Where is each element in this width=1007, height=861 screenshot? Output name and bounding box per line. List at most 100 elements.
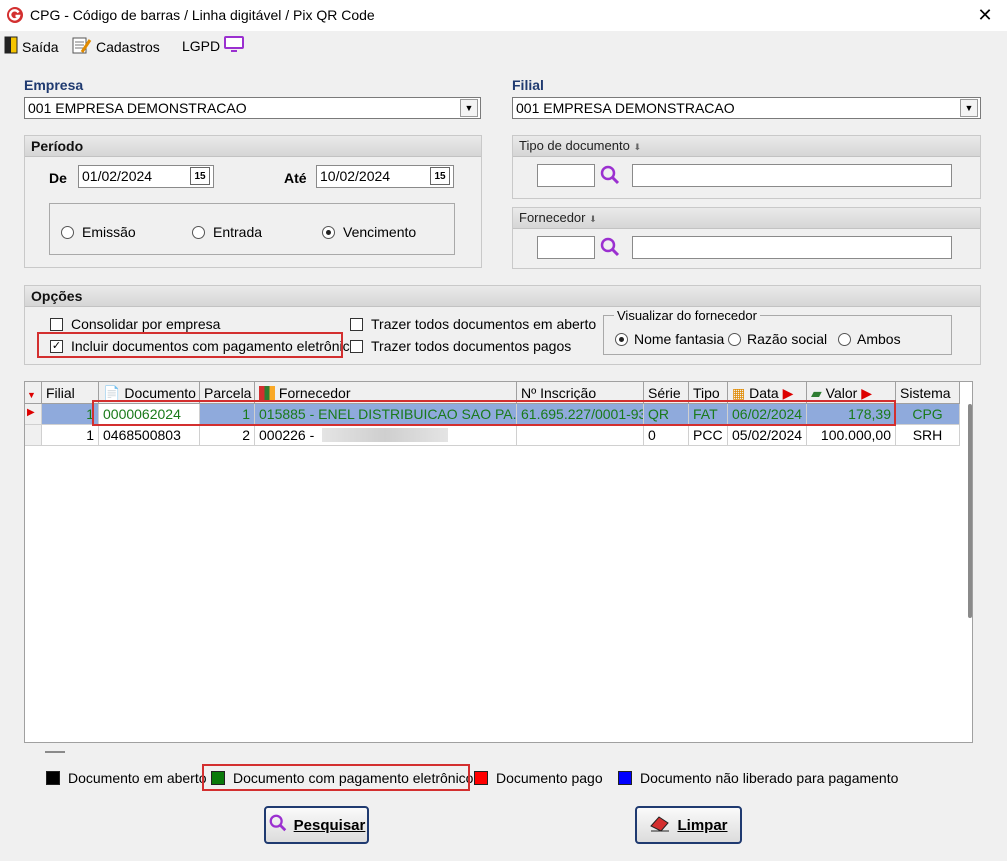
documents-grid[interactable]: ▼ Filial 📄 Documento Parcela Fornecedor … <box>24 381 973 753</box>
radio-entrada[interactable]: Entrada <box>192 224 262 240</box>
document-icon: 📄 <box>103 385 121 401</box>
table-row-1-inscricao[interactable]: 61.695.227/0001-93 <box>517 404 644 425</box>
table-row-2-sistema[interactable]: SRH <box>896 425 960 446</box>
legend-pago-label: Documento pago <box>496 770 603 786</box>
filial-select[interactable]: 001 EMPRESA DEMONSTRACAO <box>512 97 981 119</box>
menu-cadastros[interactable]: Cadastros <box>72 36 160 57</box>
table-row-2-filial[interactable]: 1 <box>42 425 99 446</box>
pesquisar-label: Pesquisar <box>293 816 366 834</box>
table-row-1-parcela[interactable]: 1 <box>200 404 255 425</box>
incluir-eletronico-label: Incluir documentos com pagamento eletrôn… <box>71 338 358 354</box>
radio-nome-fantasia-label: Nome fantasia <box>634 331 725 347</box>
redacted-blur <box>322 428 449 442</box>
horizontal-scrollbar[interactable] <box>45 751 65 753</box>
legend-eletronico: Documento com pagamento eletrônico <box>211 770 473 786</box>
consolidar-checkbox[interactable]: Consolidar por empresa <box>50 316 220 332</box>
table-row-1-tipo[interactable]: FAT <box>689 404 728 425</box>
col-fornecedor[interactable]: Fornecedor <box>255 382 517 404</box>
col-inscricao[interactable]: Nº Inscrição <box>517 382 644 404</box>
legend-eletronico-label: Documento com pagamento eletrônico <box>233 770 474 786</box>
de-calendar-icon[interactable]: 15 <box>190 167 210 185</box>
visualizar-title: Visualizar do fornecedor <box>614 308 760 323</box>
incluir-eletronico-box: ✓ <box>50 339 63 353</box>
tipo-documento-code-input[interactable] <box>537 164 595 187</box>
table-row-1-valor[interactable]: 178,39 <box>807 404 896 425</box>
ate-calendar-icon[interactable]: 15 <box>430 167 450 185</box>
radio-ambos[interactable]: Ambos <box>838 331 901 347</box>
fornecedor-header: Fornecedor ⬇ <box>513 208 980 229</box>
filial-dropdown-icon[interactable]: ▼ <box>960 99 978 117</box>
table-row-1-data[interactable]: 06/02/2024 <box>728 404 807 425</box>
limpar-button[interactable]: Limpar <box>635 806 742 844</box>
opcoes-title: Opções <box>25 286 980 307</box>
col-tipo[interactable]: Tipo <box>689 382 728 404</box>
table-row-2-inscricao[interactable] <box>517 425 644 446</box>
trazer-aberto-box <box>350 317 363 331</box>
legend-nao-liberado-label: Documento não liberado para pagamento <box>640 770 899 786</box>
notepad-pencil-icon <box>72 36 92 57</box>
table-row-1-documento[interactable]: 0000062024 <box>99 404 200 425</box>
legend-blue-swatch <box>618 771 632 785</box>
legend-nao-liberado: Documento não liberado para pagamento <box>618 770 898 786</box>
radio-nome-fantasia-dot <box>615 332 628 346</box>
menu-saida[interactable]: Saída <box>4 36 59 57</box>
table-row-1-filial[interactable]: 1 <box>42 404 99 425</box>
col-serie[interactable]: Série <box>644 382 689 404</box>
table-row-2-parcela[interactable]: 2 <box>200 425 255 446</box>
empresa-dropdown-icon[interactable]: ▼ <box>460 99 478 117</box>
radio-vencimento[interactable]: Vencimento <box>322 224 416 240</box>
radio-nome-fantasia[interactable]: Nome fantasia <box>615 331 724 347</box>
tipo-documento-header: Tipo de documento ⬇ <box>513 136 980 157</box>
table-row-2-documento[interactable]: 0468500803 <box>99 425 200 446</box>
tipo-documento-search-icon[interactable] <box>599 164 621 189</box>
trazer-aberto-checkbox[interactable]: Trazer todos documentos em aberto <box>350 316 596 332</box>
col-valor[interactable]: ▰ Valor ▶ <box>807 382 896 404</box>
radio-emissao[interactable]: Emissão <box>61 224 136 240</box>
fornecedor-search-icon[interactable] <box>599 236 621 261</box>
trazer-pagos-checkbox[interactable]: Trazer todos documentos pagos <box>350 338 571 354</box>
table-row-2-fornecedor[interactable]: 000226 - <box>255 425 517 446</box>
close-button[interactable]: ✕ <box>972 2 998 28</box>
table-row-2-data[interactable]: 05/02/2024 <box>728 425 807 446</box>
radio-emissao-dot <box>61 225 74 239</box>
empresa-select[interactable]: 001 EMPRESA DEMONSTRACAO <box>24 97 481 119</box>
fornecedor-title: Fornecedor <box>519 210 586 225</box>
trazer-pagos-box <box>350 339 363 353</box>
col-documento[interactable]: 📄 Documento <box>99 382 200 404</box>
col-sistema[interactable]: Sistema <box>896 382 960 404</box>
radio-vencimento-dot <box>322 225 335 239</box>
radio-razao-social-label: Razão social <box>747 331 828 347</box>
incluir-eletronico-checkbox[interactable]: ✓ Incluir documentos com pagamento eletr… <box>50 338 357 354</box>
legend-em-aberto: Documento em aberto <box>46 770 207 786</box>
col-valor-label: Valor <box>825 385 858 401</box>
radio-razao-social[interactable]: Razão social <box>728 331 827 347</box>
radio-ambos-label: Ambos <box>857 331 901 347</box>
vertical-scrollbar[interactable] <box>968 404 972 618</box>
radio-entrada-label: Entrada <box>213 224 263 240</box>
legend-red-swatch <box>474 771 488 785</box>
money-icon: ▰ <box>811 385 822 401</box>
radio-entrada-dot <box>192 225 205 239</box>
row-2-indicator <box>25 425 42 446</box>
fornecedor-code-input[interactable] <box>537 236 595 259</box>
fornecedor-desc-input[interactable] <box>632 236 952 259</box>
exit-door-icon <box>4 36 18 57</box>
table-row-2-valor[interactable]: 100.000,00 <box>807 425 896 446</box>
monitor-icon <box>224 36 245 55</box>
consolidar-box <box>50 317 63 331</box>
table-row-1-sistema[interactable]: CPG <box>896 404 960 425</box>
table-row-2-serie[interactable]: 0 <box>644 425 689 446</box>
pesquisar-button[interactable]: Pesquisar <box>264 806 369 844</box>
tipo-documento-desc-input[interactable] <box>632 164 952 187</box>
sort-down-icon: ⬇ <box>633 142 641 152</box>
menu-lgpd[interactable]: LGPD <box>182 36 245 55</box>
table-row-1-serie[interactable]: QR <box>644 404 689 425</box>
col-filial[interactable]: Filial <box>42 382 99 404</box>
col-parcela[interactable]: Parcela <box>200 382 255 404</box>
table-row-1-fornecedor[interactable]: 015885 - ENEL DISTRIBUICAO SAO PA... <box>255 404 517 425</box>
table-row-2-fornecedor-text: 000226 - <box>259 427 315 443</box>
col-data[interactable]: ▦ Data ▶ <box>728 382 807 404</box>
calendar-icon: ▦ <box>732 385 746 401</box>
grid-sort-indicator-icon: ▼ <box>25 382 42 404</box>
table-row-2-tipo[interactable]: PCC <box>689 425 728 446</box>
